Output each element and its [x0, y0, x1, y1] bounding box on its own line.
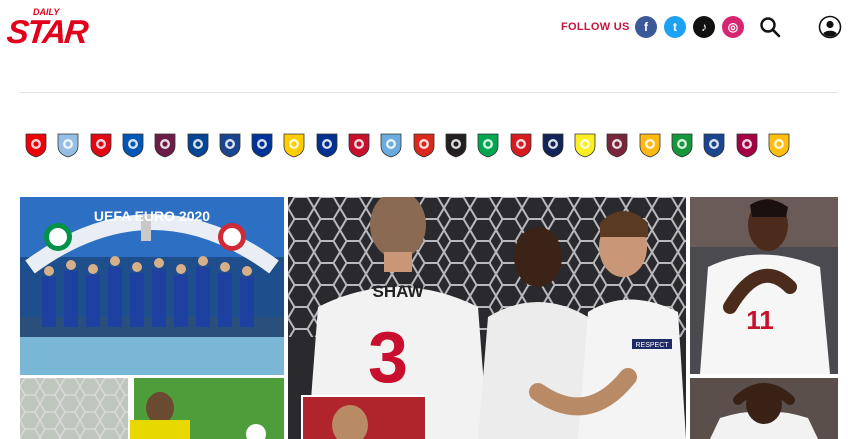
norwich-crest-icon[interactable]: [476, 132, 500, 158]
crystal-palace-crest-icon[interactable]: [218, 132, 242, 158]
west-ham-crest-icon[interactable]: [605, 132, 629, 158]
shirt-number-2-text: 11: [746, 305, 774, 335]
barcelona-crest-icon[interactable]: [735, 132, 759, 158]
leeds-crest-icon[interactable]: [282, 132, 306, 158]
tottenham-crest-icon[interactable]: [541, 132, 565, 158]
photo-collage: UEFA EURO 2020 SHAW 3 RESPECT 11: [20, 197, 838, 439]
sleeve-text: RESPECT: [635, 342, 669, 349]
england-players-photo[interactable]: SHAW 3 RESPECT: [288, 197, 686, 439]
rangers-crest-icon[interactable]: [702, 132, 726, 158]
daily-star-logo[interactable]: DAILY STAR: [5, 5, 88, 51]
twitter-icon[interactable]: t: [664, 16, 686, 38]
logo-main-text: STAR: [5, 13, 89, 50]
man-city-crest-icon[interactable]: [379, 132, 403, 158]
aston-villa-crest-icon[interactable]: [56, 132, 80, 158]
tiktok-icon[interactable]: ♪: [693, 16, 715, 38]
southampton-crest-icon[interactable]: [509, 132, 533, 158]
player-head-in-hands-photo[interactable]: [690, 378, 838, 439]
leicester-crest-icon[interactable]: [315, 132, 339, 158]
chelsea-crest-icon[interactable]: [186, 132, 210, 158]
goalkeeper-photo[interactable]: [20, 378, 284, 439]
facebook-icon[interactable]: f: [635, 16, 657, 38]
euro-2020-celebration-photo[interactable]: UEFA EURO 2020: [20, 197, 284, 375]
watford-crest-icon[interactable]: [573, 132, 597, 158]
everton-crest-icon[interactable]: [250, 132, 274, 158]
brentford-crest-icon[interactable]: [89, 132, 113, 158]
brighton-crest-icon[interactable]: [121, 132, 145, 158]
instagram-icon[interactable]: ◎: [722, 16, 744, 38]
newcastle-crest-icon[interactable]: [444, 132, 468, 158]
liverpool-crest-icon[interactable]: [347, 132, 371, 158]
wolves-crest-icon[interactable]: [638, 132, 662, 158]
rashford-photo[interactable]: 11: [690, 197, 838, 374]
site-header: DAILY STAR FOLLOW US f t ♪ ◎: [0, 0, 861, 92]
celtic-crest-icon[interactable]: [670, 132, 694, 158]
man-united-crest-icon[interactable]: [412, 132, 436, 158]
euro-banner-text: UEFA EURO 2020: [94, 208, 210, 224]
follow-us-label: FOLLOW US: [561, 21, 630, 33]
header-divider: [20, 92, 838, 93]
arsenal-crest-icon[interactable]: [24, 132, 48, 158]
shirt-name-text: SHAW: [373, 282, 425, 301]
burnley-crest-icon[interactable]: [153, 132, 177, 158]
search-icon[interactable]: [759, 16, 781, 38]
real-madrid-crest-icon[interactable]: [767, 132, 791, 158]
shirt-number-text: 3: [368, 318, 408, 398]
user-icon[interactable]: [818, 15, 842, 39]
